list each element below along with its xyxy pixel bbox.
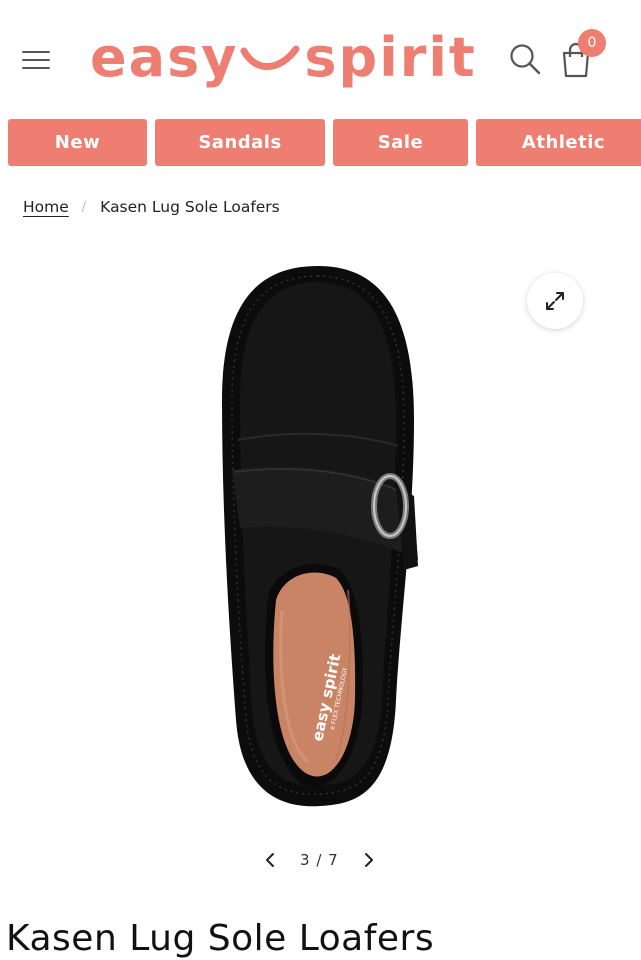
- logo-swoosh-icon: [240, 45, 300, 70]
- cart-count-badge: 0: [578, 29, 606, 57]
- image-counter-separator: /: [316, 851, 323, 869]
- image-counter: 3 / 7: [300, 851, 339, 869]
- site-header: easy spirit 0: [0, 0, 641, 115]
- nav-item-sandals[interactable]: Sandals: [155, 119, 325, 166]
- breadcrumb-home-link[interactable]: Home: [23, 198, 69, 216]
- breadcrumb: Home / Kasen Lug Sole Loafers: [23, 196, 280, 218]
- next-image-button[interactable]: [357, 846, 381, 874]
- zoom-expand-button[interactable]: [527, 273, 583, 329]
- brand-logo[interactable]: easy spirit: [90, 22, 477, 92]
- chevron-left-icon: [266, 853, 274, 867]
- hamburger-menu-icon[interactable]: [22, 49, 50, 71]
- logo-text-left: easy: [90, 25, 239, 89]
- breadcrumb-current: Kasen Lug Sole Loafers: [100, 198, 280, 216]
- search-icon[interactable]: [508, 42, 542, 76]
- nav-item-athletic[interactable]: Athletic: [476, 119, 641, 166]
- logo-text-right: spirit: [304, 25, 477, 89]
- nav-item-new[interactable]: New: [8, 119, 147, 166]
- chevron-right-icon: [364, 853, 373, 867]
- image-counter-total: 7: [328, 851, 339, 869]
- product-title: Kasen Lug Sole Loafers: [6, 918, 435, 959]
- gallery-pager: 3 / 7: [258, 846, 381, 874]
- image-counter-current: 3: [300, 851, 311, 869]
- expand-icon: [546, 292, 564, 310]
- prev-image-button[interactable]: [258, 846, 282, 874]
- breadcrumb-separator: /: [81, 199, 87, 215]
- nav-item-sale[interactable]: Sale: [333, 119, 468, 166]
- category-nav: New Sandals Sale Athletic: [0, 119, 641, 167]
